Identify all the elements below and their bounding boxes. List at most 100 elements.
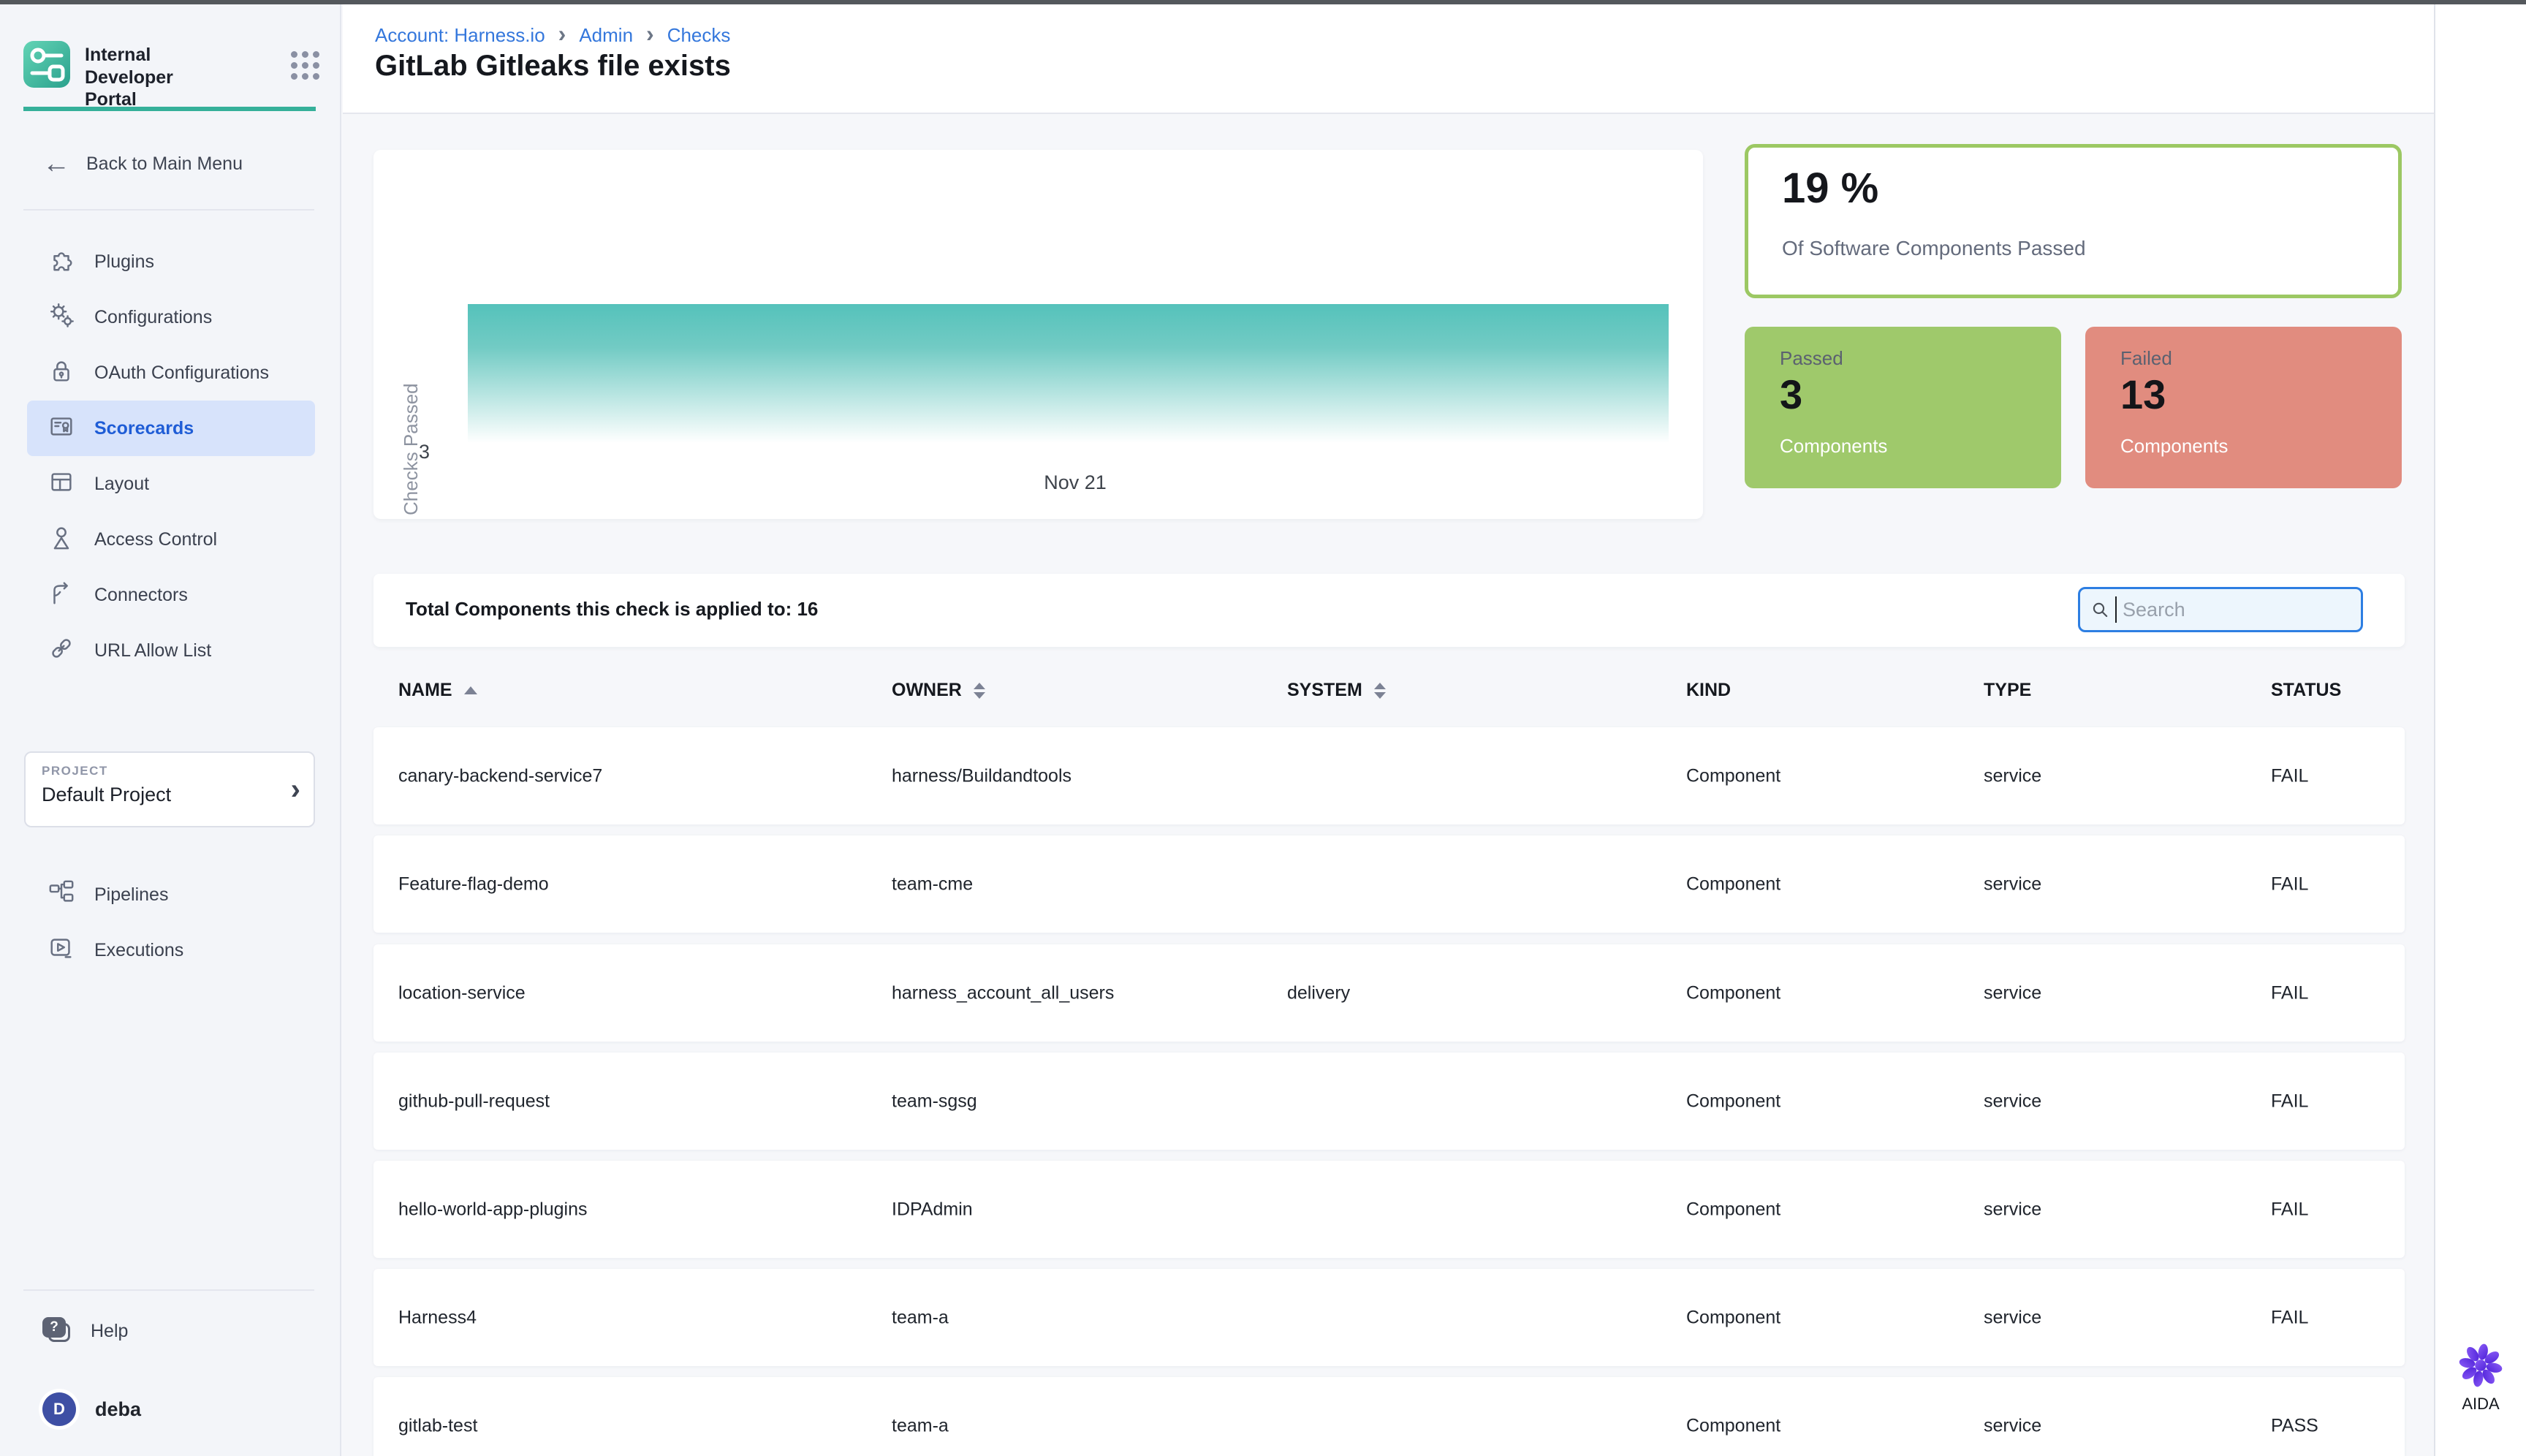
column-header-name[interactable]: NAME: [398, 680, 477, 701]
table-row[interactable]: canary-backend-service7 harness/Buildand…: [373, 727, 2405, 824]
nav-label: Connectors: [94, 585, 188, 606]
sidebar-item-configurations[interactable]: Configurations: [27, 289, 315, 345]
cell-status: FAIL: [2271, 1199, 2308, 1220]
back-arrow-icon: ←: [42, 150, 70, 178]
components-summary-bar: Total Components this check is applied t…: [373, 574, 2405, 647]
chart-x-tick: Nov 21: [1017, 471, 1134, 494]
brand-divider: [23, 107, 316, 111]
cell-kind: Component: [1686, 1091, 1780, 1112]
user-menu[interactable]: D deba: [42, 1381, 141, 1437]
user-name: deba: [95, 1398, 141, 1421]
nav-label: Access Control: [94, 529, 217, 550]
cell-owner: harness/Buildandtools: [892, 765, 1072, 786]
table-row[interactable]: github-pull-request team-sgsg Component …: [373, 1053, 2405, 1150]
sidebar-item-plugins[interactable]: Plugins: [27, 234, 315, 289]
column-label: TYPE: [1984, 680, 2031, 701]
aida-flower-icon: [2458, 1343, 2503, 1388]
scorecard-icon: [48, 412, 75, 445]
chevron-right-icon: ›: [646, 22, 654, 48]
cell-type: service: [1984, 765, 2041, 786]
aida-assistant-button[interactable]: AIDA: [2435, 1343, 2526, 1414]
sidebar-item-executions[interactable]: Executions: [27, 922, 315, 978]
text-caret: [2115, 596, 2117, 623]
cell-kind: Component: [1686, 1415, 1780, 1436]
failed-label: Failed: [2120, 347, 2172, 370]
passed-label: Passed: [1780, 347, 1843, 370]
search-icon: [2090, 599, 2109, 621]
sidebar-item-layout[interactable]: Layout: [27, 456, 315, 512]
nav-label: Configurations: [94, 307, 212, 328]
cell-owner: IDPAdmin: [892, 1199, 973, 1220]
cell-kind: Component: [1686, 873, 1780, 895]
table-row[interactable]: gitlab-test team-a Component service PAS…: [373, 1377, 2405, 1456]
column-header-system[interactable]: SYSTEM: [1287, 680, 1386, 701]
back-to-main-menu[interactable]: ← Back to Main Menu: [42, 146, 243, 181]
sidebar-item-connectors[interactable]: Connectors: [27, 567, 315, 623]
cell-status: FAIL: [2271, 1091, 2308, 1112]
passed-value: 3: [1780, 371, 1802, 418]
project-label: PROJECT: [42, 764, 297, 778]
sort-icon: [1374, 683, 1386, 699]
avatar: D: [42, 1392, 76, 1426]
passed-caption: Components: [1780, 435, 1887, 458]
cell-owner: team-a: [892, 1415, 949, 1436]
puzzle-icon: [48, 246, 75, 278]
back-label: Back to Main Menu: [86, 153, 243, 175]
link-icon: [48, 634, 75, 667]
cell-status: FAIL: [2271, 1307, 2308, 1328]
cell-name: canary-backend-service7: [398, 765, 602, 786]
column-header-kind: KIND: [1686, 680, 1731, 701]
table-row[interactable]: Feature-flag-demo team-cme Component ser…: [373, 835, 2405, 933]
cell-name: Harness4: [398, 1307, 477, 1328]
breadcrumb-admin[interactable]: Admin: [579, 24, 633, 47]
project-selector[interactable]: PROJECT Default Project ›: [24, 751, 315, 827]
gears-icon: [48, 301, 75, 334]
column-label: SYSTEM: [1287, 680, 1362, 701]
app-header: Internal Developer Portal: [23, 41, 319, 111]
failed-components-card: Failed 13 Components: [2085, 327, 2402, 488]
app-title: Internal Developer Portal: [85, 41, 228, 111]
cell-status: FAIL: [2271, 765, 2308, 786]
help-label: Help: [91, 1321, 128, 1342]
nav-label: Layout: [94, 474, 149, 495]
cell-type: service: [1984, 1199, 2041, 1220]
sidebar-item-pipelines[interactable]: Pipelines: [27, 867, 315, 922]
cell-kind: Component: [1686, 982, 1780, 1004]
breadcrumb-account[interactable]: Account: Harness.io: [375, 24, 545, 47]
percent-passed-value: 19 %: [1782, 164, 1878, 213]
cell-owner: team-sgsg: [892, 1091, 977, 1112]
nav-label: Plugins: [94, 251, 154, 273]
cell-kind: Component: [1686, 765, 1780, 786]
column-label: NAME: [398, 680, 452, 701]
sidebar-item-access-control[interactable]: Access Control: [27, 512, 315, 567]
search-input[interactable]: [2123, 599, 2351, 621]
cell-kind: Component: [1686, 1307, 1780, 1328]
sidebar-item-oauth-configurations[interactable]: OAuth Configurations: [27, 345, 315, 401]
table-row[interactable]: Harness4 team-a Component service FAIL: [373, 1269, 2405, 1366]
cell-name: gitlab-test: [398, 1415, 477, 1436]
sidebar-bottom-divider: [23, 1289, 314, 1291]
nav-label: OAuth Configurations: [94, 363, 269, 384]
aida-label: AIDA: [2435, 1395, 2526, 1414]
sidebar-item-url-allow-list[interactable]: URL Allow List: [27, 623, 315, 678]
play-icon: [48, 934, 75, 967]
breadcrumb-checks[interactable]: Checks: [667, 24, 731, 47]
table-row[interactable]: hello-world-app-plugins IDPAdmin Compone…: [373, 1161, 2405, 1258]
search-box[interactable]: [2078, 587, 2363, 632]
pipeline-icon: [48, 879, 75, 911]
cell-name: hello-world-app-plugins: [398, 1199, 587, 1220]
sidebar-divider: [23, 209, 314, 211]
nav-label: Executions: [94, 940, 183, 961]
right-rail: AIDA: [2434, 4, 2526, 1456]
column-header-owner[interactable]: OWNER: [892, 680, 985, 701]
app-grid-icon[interactable]: [291, 51, 319, 80]
project-value: Default Project: [42, 784, 297, 806]
help-button[interactable]: ? Help: [42, 1303, 128, 1359]
table-row[interactable]: location-service harness_account_all_use…: [373, 944, 2405, 1042]
failed-value: 13: [2120, 371, 2166, 418]
nav-label: Pipelines: [94, 884, 168, 906]
sidebar-item-scorecards[interactable]: Scorecards: [27, 401, 315, 456]
chevron-right-icon: ›: [558, 22, 566, 48]
percent-passed-card: 19 % Of Software Components Passed: [1745, 144, 2402, 298]
cell-name: Feature-flag-demo: [398, 873, 549, 895]
